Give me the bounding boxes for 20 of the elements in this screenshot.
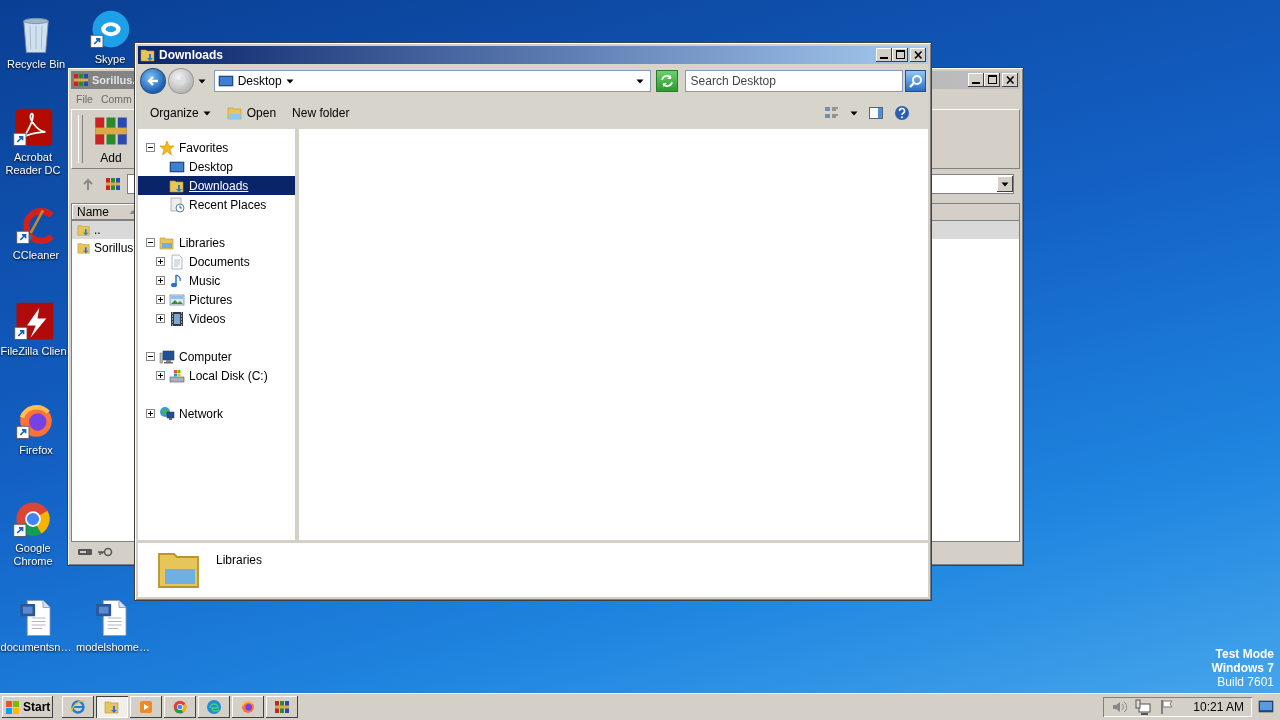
tree-item-label: Videos: [189, 311, 226, 326]
tree-item-label: Downloads: [189, 178, 249, 193]
tree-item-label: Local Disk (C:): [189, 368, 268, 383]
details-title: Libraries: [216, 552, 263, 567]
tree-item-label: Libraries: [179, 235, 226, 250]
file-name: Sorillus: [94, 241, 134, 255]
window-title: Sorillus.: [92, 74, 136, 86]
window-title: Downloads: [159, 48, 223, 62]
tree-item-label: Documents: [189, 254, 250, 269]
tree-item-label: Favorites: [179, 140, 229, 155]
os-info-text: Build 7601: [1217, 675, 1274, 689]
os-info-text: Test Mode: [1215, 647, 1274, 661]
tree-item-label: Pictures: [189, 292, 233, 307]
tree-item-label: Desktop: [189, 159, 234, 174]
tree-item-label: Recent Places: [189, 197, 267, 212]
tree-item-label: Computer: [179, 349, 232, 364]
tree-item-label: Music: [189, 273, 221, 288]
os-info-text: Windows 7: [1211, 661, 1274, 675]
file-name: ..: [94, 223, 101, 237]
tree-item-label: Network: [179, 406, 223, 421]
